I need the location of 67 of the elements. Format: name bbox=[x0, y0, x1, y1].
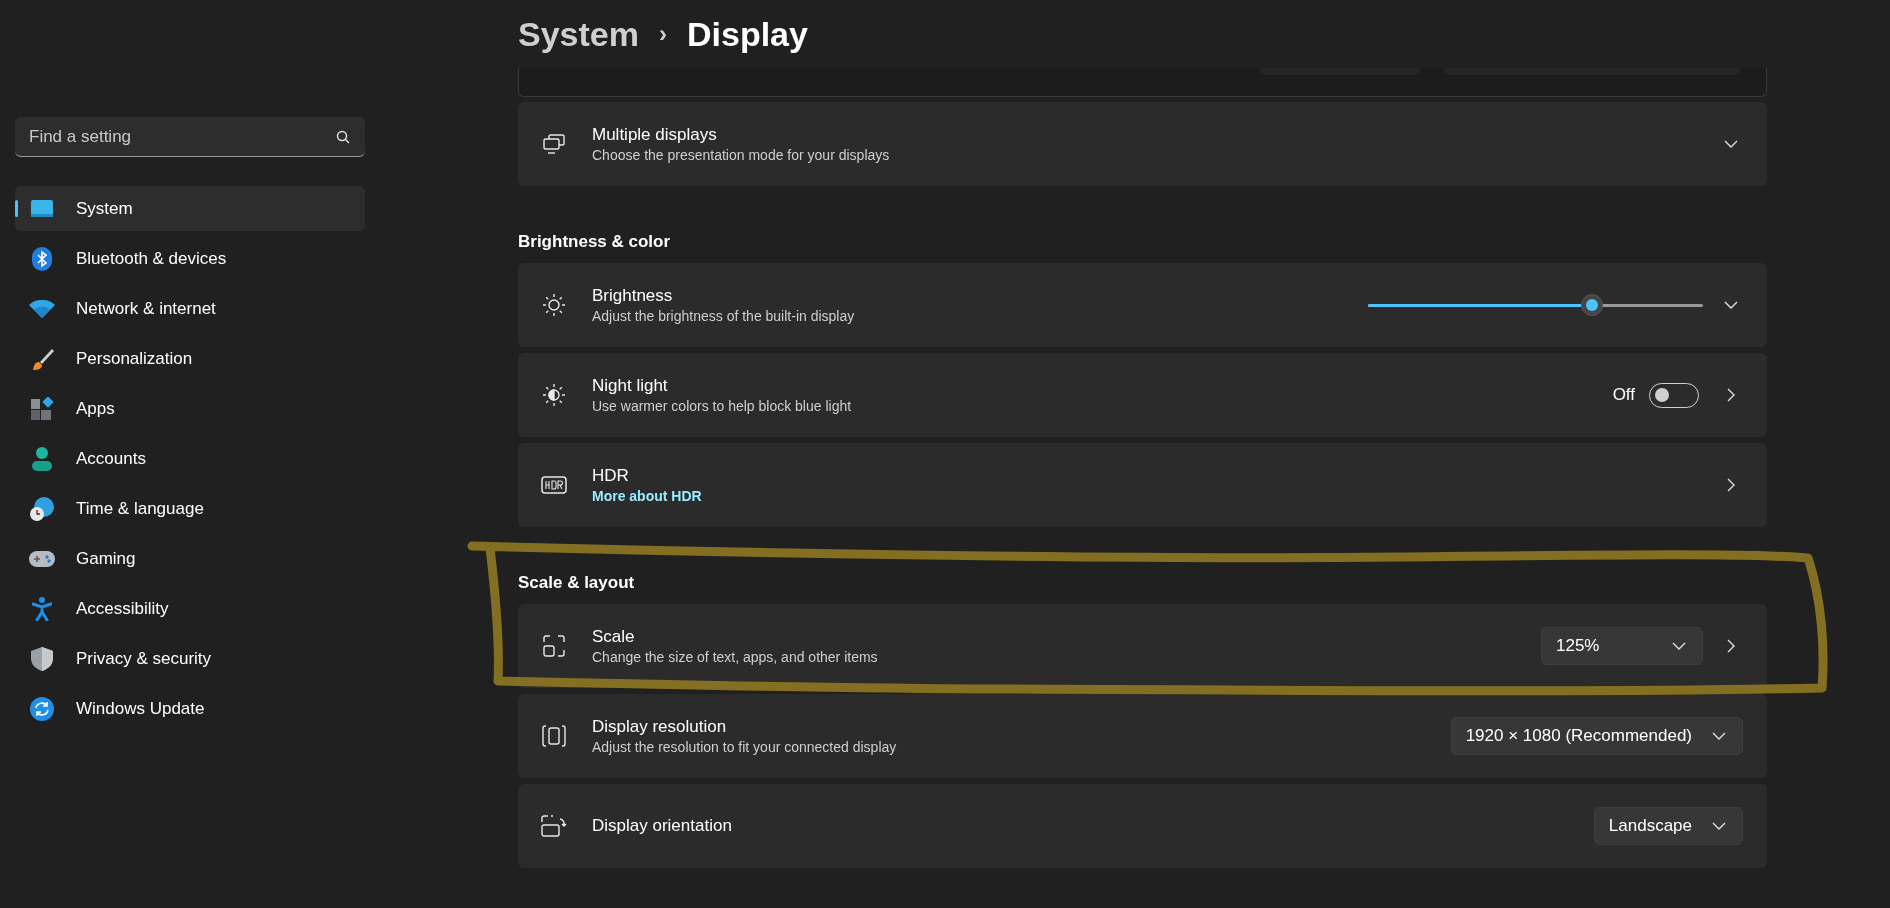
search-icon bbox=[335, 129, 351, 145]
sun-icon bbox=[542, 293, 566, 317]
card-description: Adjust the brightness of the built-in display bbox=[592, 306, 855, 326]
caret-icon bbox=[1712, 732, 1726, 740]
sidebar-item[interactable]: Accessibility bbox=[15, 586, 365, 631]
breadcrumb-parent[interactable]: System bbox=[518, 8, 639, 60]
card-title: Night light bbox=[592, 374, 668, 397]
chevron-down-icon bbox=[1724, 301, 1738, 309]
bluetooth-icon bbox=[32, 246, 52, 271]
settings-card[interactable]: Display orientation Landscape bbox=[518, 784, 1767, 868]
sidebar-item[interactable]: Personalization bbox=[15, 336, 365, 381]
breadcrumb-separator: › bbox=[658, 19, 667, 49]
card-title: Multiple displays bbox=[592, 123, 717, 146]
sidebar-item[interactable]: System bbox=[15, 186, 365, 231]
dropdown[interactable]: 125% bbox=[1541, 627, 1703, 665]
sidebar-item[interactable]: Time & language bbox=[15, 486, 365, 531]
two-monitors-icon bbox=[542, 134, 566, 154]
settings-card[interactable]: Scale Change the size of text, apps, and other items 125% bbox=[518, 604, 1767, 688]
card-title: Scale bbox=[592, 625, 635, 648]
settings-card[interactable]: Multiple displays Choose the presentation mode for your displays bbox=[518, 102, 1767, 186]
page-title: Display bbox=[686, 13, 808, 55]
dropdown[interactable]: 1920 × 1080 (Recommended) bbox=[1450, 717, 1743, 755]
settings-card[interactable]: Night light Use warmer colors to help block blue light Off bbox=[518, 353, 1767, 437]
section-heading: Scale & layout bbox=[518, 571, 635, 594]
card-title: Brightness bbox=[592, 284, 673, 307]
sidebar-item[interactable]: Gaming bbox=[15, 536, 365, 581]
sidebar-item[interactable]: Accounts bbox=[15, 436, 365, 481]
search-field[interactable]: Find a setting bbox=[15, 117, 365, 157]
accessibility-icon bbox=[32, 596, 52, 621]
paintbrush-icon bbox=[30, 346, 54, 371]
card-title: HDR bbox=[592, 464, 629, 487]
caret-icon bbox=[1712, 822, 1726, 830]
card-description: Use warmer colors to help block blue light bbox=[592, 396, 852, 416]
settings-card[interactable]: Brightness Adjust the brightness of the built-in display bbox=[518, 263, 1767, 347]
card-description: Change the size of text, apps, and other items bbox=[592, 647, 878, 667]
person-icon bbox=[32, 446, 52, 471]
card-description: Adjust the resolution to fit your connected display bbox=[592, 737, 897, 757]
caret-icon bbox=[1672, 642, 1686, 650]
wifi-icon bbox=[29, 299, 55, 318]
gamepad-icon bbox=[29, 549, 55, 568]
update-icon bbox=[30, 696, 54, 721]
monitor-icon bbox=[30, 198, 54, 219]
card-title: Display resolution bbox=[592, 715, 727, 738]
sidebar-item[interactable]: Apps bbox=[15, 386, 365, 431]
toggle-state: Off bbox=[1612, 384, 1635, 407]
scale-icon bbox=[543, 635, 565, 657]
shield-icon bbox=[31, 646, 53, 671]
sidebar-item[interactable]: Windows Update bbox=[15, 686, 365, 731]
globe-clock-icon bbox=[30, 496, 54, 521]
sidebar-item[interactable]: Privacy & security bbox=[15, 636, 365, 681]
brightness-slider[interactable] bbox=[1368, 294, 1703, 316]
learn-more-link[interactable]: More about HDR bbox=[592, 486, 702, 506]
settings-card[interactable]: Display resolution Adjust the resolution to fit your connected display 1920 × 1080 (Recommended) bbox=[518, 694, 1767, 778]
chevron-down-icon bbox=[1724, 140, 1738, 148]
sidebar-item[interactable]: Bluetooth & devices bbox=[15, 236, 365, 281]
card-description: Choose the presentation mode for your displays bbox=[592, 145, 890, 165]
sidebar-item[interactable]: Network & internet bbox=[15, 286, 365, 331]
apps-icon bbox=[30, 396, 54, 421]
card-title: Display orientation bbox=[592, 815, 732, 837]
rotate-display-icon bbox=[541, 815, 567, 837]
settings-card[interactable]: HDR More about HDR bbox=[518, 443, 1767, 527]
resolution-icon bbox=[542, 725, 566, 747]
hdr-icon bbox=[541, 476, 567, 494]
section-heading: Brightness & color bbox=[518, 230, 671, 253]
dropdown[interactable]: Landscape bbox=[1593, 807, 1743, 845]
half-sun-icon bbox=[542, 383, 566, 407]
slider-thumb[interactable] bbox=[1581, 294, 1604, 316]
